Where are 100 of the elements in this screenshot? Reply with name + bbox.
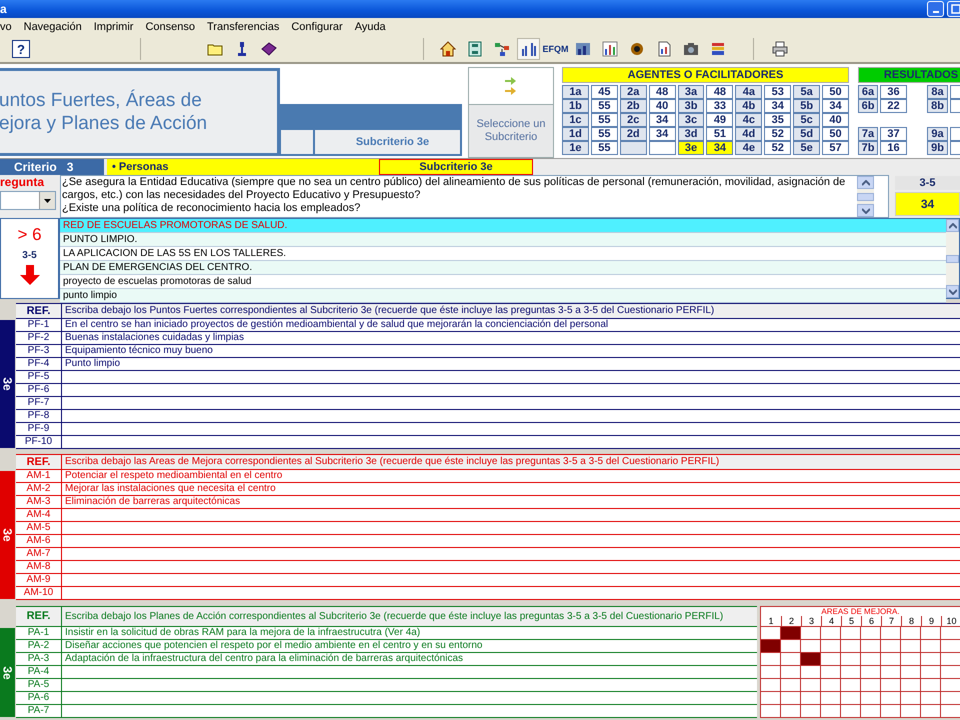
- entry-field[interactable]: [62, 509, 960, 521]
- matrix-cell[interactable]: [801, 653, 820, 665]
- matrix-cell[interactable]: [921, 627, 940, 639]
- subcriterion-code[interactable]: 1b: [562, 99, 589, 113]
- toolbar-button[interactable]: EFQM: [544, 38, 567, 60]
- minimize-button[interactable]: [927, 1, 944, 17]
- entry-field[interactable]: Eliminación de barreras arquitectónicas: [62, 496, 960, 508]
- subcriterion-code[interactable]: 8b: [927, 99, 948, 113]
- matrix-cell[interactable]: [881, 679, 900, 691]
- matrix-cell[interactable]: [881, 666, 900, 678]
- subcriterion-selector[interactable]: Seleccione un Subcriterio: [468, 67, 554, 158]
- entry-field[interactable]: Mejorar las instalaciones que necesita el centro: [62, 483, 960, 495]
- evidence-item[interactable]: punto limpio: [60, 289, 946, 303]
- matrix-cell[interactable]: [781, 692, 800, 704]
- matrix-cell[interactable]: [821, 640, 840, 652]
- scrollbar[interactable]: [946, 219, 959, 298]
- toolbar-button[interactable]: ?: [12, 40, 30, 58]
- matrix-cell[interactable]: [901, 692, 920, 704]
- matrix-cell[interactable]: [801, 627, 820, 639]
- matrix-cell[interactable]: [921, 640, 940, 652]
- subcriterion-code[interactable]: 1d: [562, 127, 589, 141]
- matrix-cell[interactable]: [841, 679, 860, 691]
- evidence-item[interactable]: RED DE ESCUELAS PROMOTORAS DE SALUD.: [60, 219, 946, 233]
- matrix-cell[interactable]: [801, 705, 820, 717]
- matrix-cell[interactable]: [941, 692, 960, 704]
- subcriterion-code[interactable]: 1a: [562, 85, 589, 99]
- dropdown-button[interactable]: [39, 192, 55, 209]
- matrix-cell[interactable]: [801, 666, 820, 678]
- matrix-cell[interactable]: [821, 679, 840, 691]
- menu-item[interactable]: Consenso: [141, 21, 199, 33]
- matrix-cell[interactable]: [821, 692, 840, 704]
- evidence-item[interactable]: proyecto de escuelas promotoras de salud: [60, 275, 946, 289]
- matrix-cell[interactable]: [861, 640, 880, 652]
- subcriterion-code[interactable]: 5c: [793, 113, 820, 127]
- matrix-cell[interactable]: [761, 640, 780, 652]
- subcriterion-code[interactable]: 5d: [793, 127, 820, 141]
- matrix-cell[interactable]: [941, 653, 960, 665]
- subcriterion-code[interactable]: 3b: [678, 99, 704, 113]
- subcriterion-code[interactable]: 3e: [678, 141, 704, 155]
- matrix-cell[interactable]: [841, 692, 860, 704]
- entry-field[interactable]: Adaptación de la infraestructura del centro para la eliminación de barreras arquitectónicas: [62, 653, 757, 665]
- entry-field[interactable]: Punto limpio: [62, 358, 960, 370]
- matrix-cell[interactable]: [881, 627, 900, 639]
- matrix-cell[interactable]: [941, 705, 960, 717]
- subcriterion-code[interactable]: 9b: [927, 141, 948, 155]
- entry-field[interactable]: [62, 397, 960, 409]
- toolbar-button[interactable]: [517, 38, 540, 60]
- matrix-cell[interactable]: [861, 679, 880, 691]
- entry-field[interactable]: Equipamiento técnico muy bueno: [62, 345, 960, 357]
- scroll-up-button[interactable]: [857, 176, 874, 189]
- matrix-cell[interactable]: [841, 705, 860, 717]
- scroll-down-button[interactable]: [857, 204, 874, 217]
- matrix-cell[interactable]: [821, 627, 840, 639]
- matrix-cell[interactable]: [781, 666, 800, 678]
- menu-item[interactable]: vo: [0, 21, 16, 33]
- matrix-cell[interactable]: [901, 627, 920, 639]
- matrix-cell[interactable]: [881, 692, 900, 704]
- matrix-cell[interactable]: [761, 666, 780, 678]
- matrix-cell[interactable]: [881, 705, 900, 717]
- entry-field[interactable]: [62, 561, 960, 573]
- entry-field[interactable]: [62, 535, 960, 547]
- matrix-cell[interactable]: [941, 679, 960, 691]
- subcriterion-code[interactable]: 3c: [678, 113, 704, 127]
- matrix-cell[interactable]: [761, 679, 780, 691]
- scroll-thumb[interactable]: [946, 254, 959, 262]
- subcriterion-code[interactable]: 8a: [927, 85, 948, 99]
- subcriterion-code[interactable]: 4c: [735, 113, 762, 127]
- entry-field[interactable]: [62, 423, 960, 435]
- matrix-cell[interactable]: [941, 640, 960, 652]
- scroll-thumb[interactable]: [857, 192, 874, 200]
- entry-field[interactable]: Diseñar acciones que potencien el respeto por el medio ambiente en el centro y en su entorno: [62, 640, 757, 652]
- subcriterion-code[interactable]: 4d: [735, 127, 762, 141]
- subcriterion-code[interactable]: 5a: [793, 85, 820, 99]
- matrix-cell[interactable]: [801, 679, 820, 691]
- maximize-button[interactable]: [947, 1, 960, 17]
- subcriterion-code[interactable]: 9a: [927, 127, 948, 141]
- subcriterion-code[interactable]: 3a: [678, 85, 704, 99]
- matrix-cell[interactable]: [921, 679, 940, 691]
- matrix-cell[interactable]: [781, 627, 800, 639]
- entry-field[interactable]: [62, 679, 757, 691]
- subcriterion-code[interactable]: 1e: [562, 141, 589, 155]
- entry-field[interactable]: En el centro se han iniciado proyectos de gestión medioambiental y de salud que mejorarán la concienciación del personal: [62, 319, 960, 331]
- subcriterion-code[interactable]: 6b: [858, 99, 878, 113]
- subcriterion-code[interactable]: 2d: [620, 127, 647, 141]
- matrix-cell[interactable]: [921, 705, 940, 717]
- matrix-cell[interactable]: [841, 627, 860, 639]
- matrix-cell[interactable]: [821, 705, 840, 717]
- matrix-cell[interactable]: [801, 692, 820, 704]
- question-text-area[interactable]: [60, 175, 889, 218]
- matrix-cell[interactable]: [761, 627, 780, 639]
- entry-field[interactable]: [62, 371, 960, 383]
- menu-item[interactable]: Ayuda: [350, 21, 390, 33]
- subcriterion-code[interactable]: 2c: [620, 113, 647, 127]
- menu-item[interactable]: Imprimir: [90, 21, 138, 33]
- matrix-cell[interactable]: [901, 640, 920, 652]
- matrix-cell[interactable]: [761, 705, 780, 717]
- subcriterion-code[interactable]: 4e: [735, 141, 762, 155]
- matrix-cell[interactable]: [841, 666, 860, 678]
- subcriterion-code[interactable]: 6a: [858, 85, 878, 99]
- subcriterion-code[interactable]: 4b: [735, 99, 762, 113]
